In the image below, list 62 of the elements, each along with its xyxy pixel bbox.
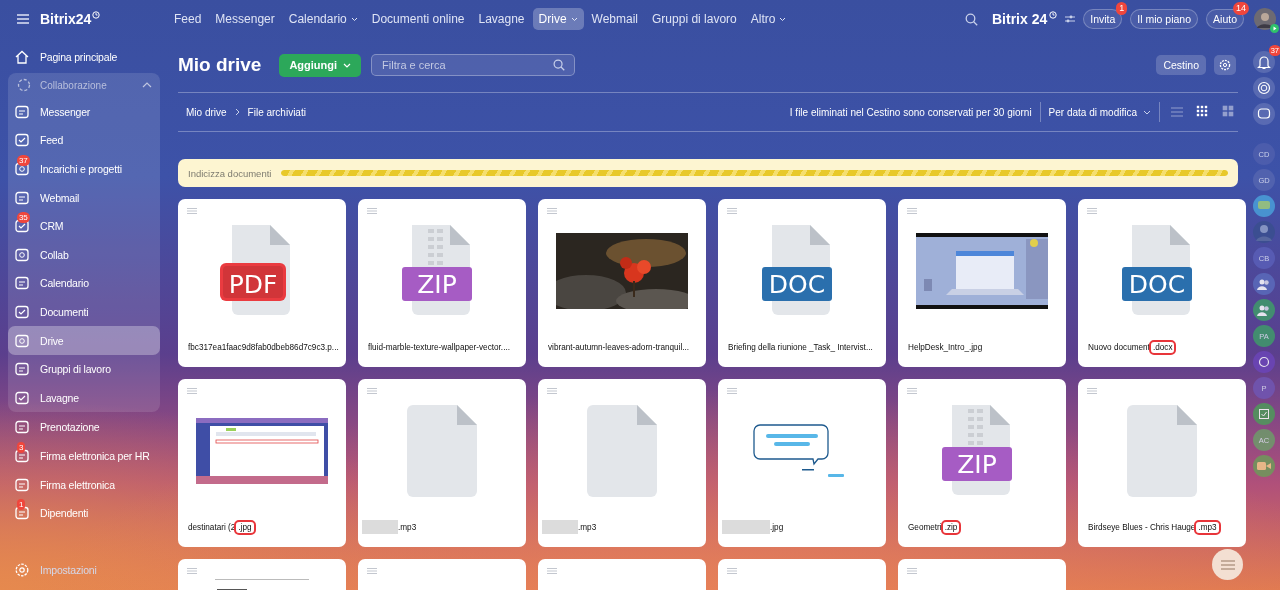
nav-tab[interactable]: Webmail — [585, 8, 645, 30]
file-name[interactable]: HelpDesk_Intro_.jpg — [898, 331, 1066, 367]
sidebar-item[interactable]: Pagina principale — [8, 43, 160, 72]
nav-tab[interactable]: Altro — [744, 8, 793, 30]
count-badge: 1 — [1116, 2, 1128, 15]
trash-button[interactable]: Cestino — [1156, 55, 1206, 75]
nav-tab[interactable]: Calendario — [282, 8, 364, 30]
file-card[interactable]: HelpDesk_Intro_.jpg — [898, 199, 1066, 367]
sidebar-item[interactable]: Webmail — [8, 183, 160, 212]
indexing-label: Indicizza documenti — [188, 167, 272, 179]
sidebar-item[interactable]: Documenti — [8, 297, 160, 327]
file-name[interactable]: .jpg — [718, 511, 886, 547]
nav-tab[interactable]: Feed — [168, 8, 208, 30]
brand-logo: Bitrix 24 — [992, 11, 1048, 27]
file-name[interactable]: .mp3 — [538, 511, 706, 547]
sidebar-item[interactable]: Prenotazione — [8, 413, 160, 442]
sidebar-item[interactable]: Feed — [8, 126, 160, 155]
file-name[interactable]: Geometri .zip — [898, 511, 1066, 547]
count-badge: 37 — [17, 155, 30, 167]
file-name[interactable]: vibrant-autumn-leaves-adorn-tranquil... — [538, 331, 706, 367]
sidebar-item[interactable]: Drive — [8, 326, 160, 355]
file-name[interactable]: Birdseye Blues - Chris Hauge .mp3 — [1078, 511, 1246, 547]
file-card[interactable]: DOC Briefing della riunione _Task_ Intervist... — [718, 199, 886, 367]
file-name[interactable]: Nuovo document .docx — [1078, 331, 1246, 367]
sidebar-item[interactable]: 3 Firma elettronica per HR — [8, 441, 160, 471]
breadcrumb-link[interactable]: File archiviati — [247, 106, 306, 118]
count-badge: 35 — [17, 212, 30, 224]
logo[interactable]: Bitrix24 — [40, 11, 92, 27]
sidebar-item[interactable]: Calendario — [8, 269, 160, 298]
file-card[interactable]: .mp3 — [538, 379, 706, 547]
breadcrumb-link[interactable]: Mio drive — [186, 106, 227, 118]
nav-tab[interactable]: Messenger — [209, 8, 281, 30]
file-card[interactable]: DOC Nuovo document .docx — [1078, 199, 1246, 367]
nav-tab[interactable]: Lavagne — [472, 8, 531, 30]
file-card[interactable]: Birdseye Blues - Chris Hauge .mp3 — [1078, 379, 1246, 547]
sidebar-item[interactable]: Messenger — [8, 97, 160, 127]
count-badge: 3 — [17, 442, 26, 453]
header-button[interactable]: Il mio piano — [1130, 9, 1199, 29]
sidebar-item[interactable]: 37 Incarichi e progetti — [8, 154, 160, 184]
sidebar-item[interactable]: 1 Dipendenti — [8, 498, 160, 528]
sidebar-item[interactable]: 35 CRM — [8, 211, 160, 241]
file-card[interactable]: vibrant-autumn-leaves-adorn-tranquil... — [538, 199, 706, 367]
sidebar-item[interactable]: Gruppi di lavoro — [8, 354, 160, 384]
file-name[interactable]: .mp3 — [358, 511, 526, 547]
count-badge: 1 — [17, 499, 26, 511]
file-card[interactable]: ZIP fluid-marble-texture-wallpaper-vector.... — [358, 199, 526, 367]
nav-tab[interactable]: Gruppi di lavoro — [646, 8, 743, 30]
nav-tab[interactable]: Drive — [532, 8, 584, 30]
file-name[interactable]: fbc317ea1faac9d8fab0dbeb86d7c9c3.p... — [178, 331, 346, 367]
file-card[interactable]: .mp3 — [358, 379, 526, 547]
nav-tab[interactable]: Documenti online — [365, 8, 471, 30]
file-card[interactable]: ZIP Geometri .zip — [898, 379, 1066, 547]
file-name[interactable]: fluid-marble-texture-wallpaper-vector.... — [358, 331, 526, 367]
info-text: I file eliminati nel Cestino sono conservati per 30 giorni — [789, 106, 1032, 118]
sidebar-item[interactable]: Lavagne — [8, 383, 160, 413]
sort-dropdown[interactable]: Per data di modifica — [1048, 106, 1151, 118]
page-title: Mio drive — [178, 54, 262, 76]
sidebar-item[interactable]: Firma elettronica — [8, 470, 160, 499]
file-card[interactable]: PDF fbc317ea1faac9d8fab0dbeb86d7c9c3.p... — [178, 199, 346, 367]
file-card[interactable]: .jpg — [718, 379, 886, 547]
file-name[interactable]: Briefing della riunione _Task_ Intervist... — [718, 331, 886, 367]
sidebar-item[interactable]: Collab — [8, 240, 160, 270]
